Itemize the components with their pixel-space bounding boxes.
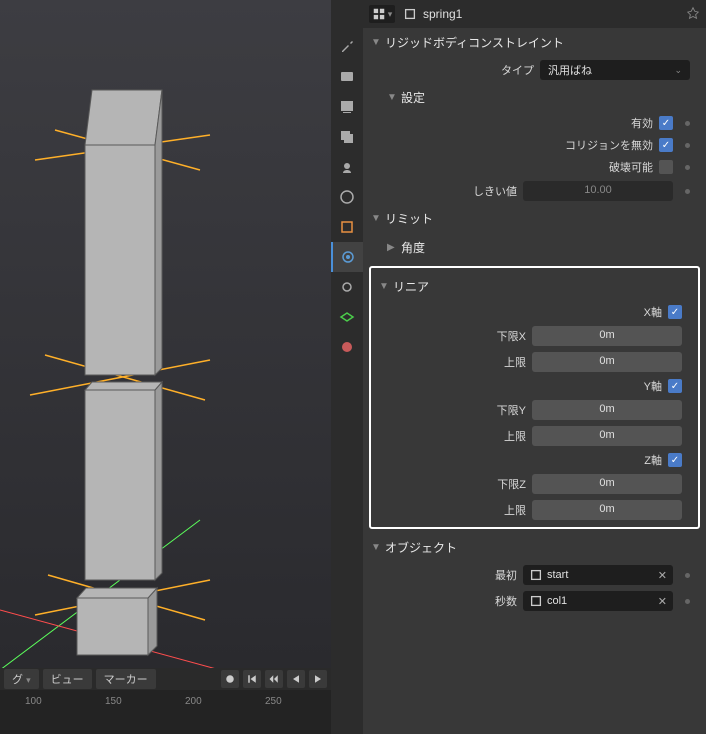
clear-icon[interactable]: ✕ bbox=[658, 595, 667, 608]
type-label: タイプ bbox=[501, 62, 534, 78]
tab-constraint[interactable] bbox=[331, 272, 363, 302]
section-angular[interactable]: ▶角度 bbox=[363, 233, 706, 262]
object-first-field[interactable]: start✕ bbox=[523, 565, 673, 585]
section-settings[interactable]: ▼設定 bbox=[363, 83, 706, 112]
object-name: spring1 bbox=[403, 7, 462, 21]
section-limits[interactable]: ▼リミット bbox=[363, 204, 706, 233]
tab-world[interactable] bbox=[331, 182, 363, 212]
jump-start-button[interactable] bbox=[243, 670, 261, 688]
marker-menu[interactable]: マーカー bbox=[96, 669, 156, 689]
properties-tab-strip bbox=[331, 0, 363, 734]
upper-x-field[interactable]: 0m bbox=[532, 352, 682, 372]
tab-material[interactable] bbox=[331, 332, 363, 362]
lower-x-field[interactable]: 0m bbox=[532, 326, 682, 346]
upper-z-field[interactable]: 0m bbox=[532, 500, 682, 520]
prev-key-button[interactable] bbox=[265, 670, 283, 688]
section-linear[interactable]: ▼リニア bbox=[371, 272, 698, 301]
editor-type-dropdown[interactable]: ▾ bbox=[369, 5, 395, 23]
tab-render[interactable] bbox=[331, 62, 363, 92]
lower-z-field[interactable]: 0m bbox=[532, 474, 682, 494]
breakable-checkbox[interactable] bbox=[659, 160, 673, 174]
section-rigidbody-constraint[interactable]: ▼リジッドボディコンストレイント bbox=[363, 28, 706, 57]
enabled-checkbox[interactable] bbox=[659, 116, 673, 130]
panel-header: ▾ spring1 bbox=[363, 0, 706, 28]
play-rev-button[interactable] bbox=[287, 670, 305, 688]
threshold-field[interactable]: 10.00 bbox=[523, 181, 673, 201]
object-second-field[interactable]: col1✕ bbox=[523, 591, 673, 611]
timeline-ruler[interactable]: 100 150 200 250 bbox=[0, 690, 331, 734]
type-select[interactable]: 汎用ばね⌄ bbox=[540, 60, 690, 80]
autokey-toggle[interactable] bbox=[221, 670, 239, 688]
lower-y-field[interactable]: 0m bbox=[532, 400, 682, 420]
x-axis-checkbox[interactable] bbox=[668, 305, 682, 319]
y-axis-checkbox[interactable] bbox=[668, 379, 682, 393]
linear-limits-highlight: ▼リニア X軸 下限X0m 上限0m Y軸 下限Y0m 上限0m Z軸 下限Z0… bbox=[369, 266, 700, 529]
play-button[interactable] bbox=[309, 670, 327, 688]
view-menu[interactable]: ビュー bbox=[43, 669, 92, 689]
z-axis-checkbox[interactable] bbox=[668, 453, 682, 467]
timeline-header: グ ▾ ビュー マーカー bbox=[0, 668, 331, 690]
disable-collisions-checkbox[interactable] bbox=[659, 138, 673, 152]
drag-menu[interactable]: グ ▾ bbox=[4, 669, 39, 689]
tab-tool[interactable] bbox=[331, 32, 363, 62]
upper-y-field[interactable]: 0m bbox=[532, 426, 682, 446]
viewport-3d[interactable] bbox=[0, 0, 331, 670]
tab-physics[interactable] bbox=[331, 242, 363, 272]
clear-icon[interactable]: ✕ bbox=[658, 569, 667, 582]
tab-data[interactable] bbox=[331, 302, 363, 332]
section-objects[interactable]: ▼オブジェクト bbox=[363, 533, 706, 562]
pin-icon[interactable] bbox=[686, 6, 700, 23]
tab-scene[interactable] bbox=[331, 152, 363, 182]
tab-viewlayer[interactable] bbox=[331, 122, 363, 152]
tab-output[interactable] bbox=[331, 92, 363, 122]
tab-object[interactable] bbox=[331, 212, 363, 242]
